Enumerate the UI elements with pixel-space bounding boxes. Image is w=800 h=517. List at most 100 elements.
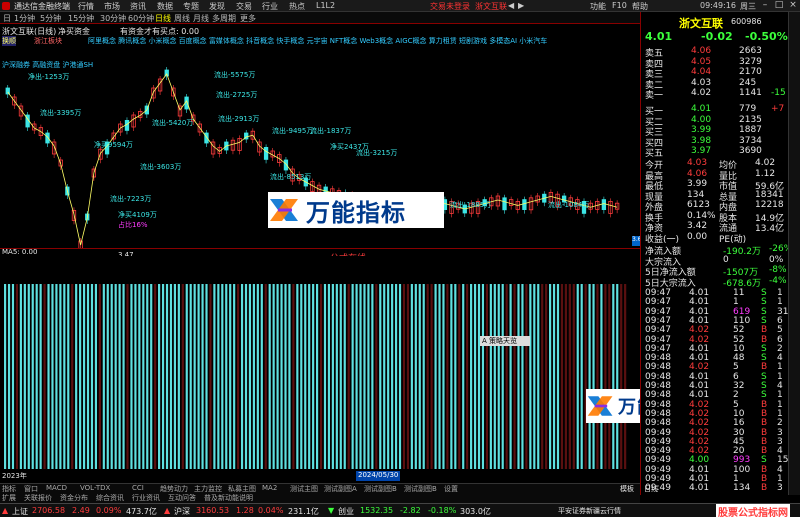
flow-row[interactable]: 大宗流入 0 0% bbox=[641, 255, 789, 268]
subchart-bar bbox=[612, 284, 615, 469]
subchart-bar bbox=[323, 284, 327, 469]
period-15min[interactable]: 15分钟 bbox=[68, 13, 94, 24]
period-monthly[interactable]: 月线 bbox=[193, 13, 209, 24]
menu-item-l1l2[interactable]: L1L2 bbox=[316, 1, 335, 10]
period-5min[interactable]: 5分钟 bbox=[40, 13, 61, 24]
subchart-bar bbox=[288, 284, 291, 469]
menu-item-hot[interactable]: 热点 bbox=[289, 1, 305, 12]
ask-row[interactable]: 卖四 4.05 3279 bbox=[641, 57, 789, 70]
extension-tab[interactable]: 普及新动能说明 bbox=[204, 493, 253, 503]
stat-row[interactable]: 今开 4.03 均价 4.02 bbox=[641, 158, 789, 171]
stat-row[interactable]: 净资 3.42 流通 13.4亿 bbox=[641, 221, 789, 234]
bid-row[interactable]: 买三 3.99 1887 bbox=[641, 125, 789, 138]
flow-row[interactable]: 净流入额 -190.2万 -26% bbox=[641, 244, 792, 257]
subchart-bar bbox=[71, 284, 74, 469]
stat-row[interactable]: 现量 134 总量 18341 bbox=[641, 190, 789, 203]
subchart-bar bbox=[300, 284, 303, 469]
subchart-bar bbox=[59, 284, 62, 469]
period-multi[interactable]: 多周期 bbox=[212, 13, 236, 24]
subchart-bar bbox=[272, 284, 275, 469]
extension-tab[interactable]: 互动问答 bbox=[168, 493, 196, 503]
volume-subchart[interactable]: A 策略天览 2024/05/30 2023年 万能指标 bbox=[0, 256, 714, 483]
period-30min[interactable]: 30分钟 bbox=[100, 13, 126, 24]
ask-volume: 2663 bbox=[739, 46, 762, 56]
maximize-icon[interactable]: □ bbox=[772, 0, 786, 11]
stat-row[interactable]: 最低 3.99 市值 59.6亿 bbox=[641, 179, 789, 192]
extension-tab[interactable]: 行业资讯 bbox=[132, 493, 160, 503]
bid-row[interactable]: 买五 3.97 3690 bbox=[641, 146, 789, 159]
strategy-popup[interactable]: A 策略天览 bbox=[480, 336, 530, 346]
menu-item-help[interactable]: 帮助 bbox=[632, 1, 648, 12]
trade-login-status[interactable]: 交易未登录 bbox=[430, 1, 470, 12]
period-day-short[interactable]: 日 bbox=[3, 13, 11, 24]
indicator-tab[interactable]: VOL-TDX bbox=[80, 484, 110, 492]
indicator-tab[interactable]: CCI bbox=[132, 484, 144, 492]
close-icon[interactable]: × bbox=[786, 0, 800, 11]
extension-tab[interactable]: 资金分布 bbox=[60, 493, 88, 503]
period-daily[interactable]: 日线 bbox=[155, 13, 171, 24]
flow-row[interactable]: 5日大宗流入 -678.6万 -4% bbox=[641, 276, 789, 289]
extension-tab[interactable]: 综合资讯 bbox=[96, 493, 124, 503]
period-60min[interactable]: 60分钟 bbox=[128, 13, 154, 24]
menu-item-industry[interactable]: 行业 bbox=[262, 1, 278, 12]
flow-value: -678.6万 bbox=[723, 278, 762, 289]
period-weekly[interactable]: 周线 bbox=[174, 13, 190, 24]
subchart-bar bbox=[473, 284, 477, 469]
menu-item-data[interactable]: 数据 bbox=[157, 1, 173, 12]
stat-row[interactable]: 外盘 6123 内盘 12218 bbox=[641, 200, 789, 213]
period-more[interactable]: 更多 bbox=[240, 13, 256, 24]
subchart-bar bbox=[4, 284, 7, 469]
index-value: 3160.53 bbox=[196, 506, 230, 515]
period-1min[interactable]: 1分钟 bbox=[14, 13, 35, 24]
subchart-bar bbox=[387, 284, 390, 469]
annotation: 流出-1084万 bbox=[548, 201, 590, 209]
bid-row[interactable]: 买二 4.00 2135 bbox=[641, 115, 789, 128]
subchart-bar bbox=[154, 284, 157, 469]
daily-tab[interactable]: 日线 bbox=[644, 484, 658, 494]
bid-row[interactable]: 买四 3.98 3734 bbox=[641, 135, 789, 149]
menu-item-news[interactable]: 资讯 bbox=[130, 1, 146, 12]
menu-item-f10[interactable]: F10 bbox=[612, 1, 627, 10]
menu-item-function[interactable]: 功能 bbox=[590, 1, 606, 12]
index-name[interactable]: 创业 bbox=[338, 506, 354, 517]
extension-tab[interactable]: 关联报价 bbox=[24, 493, 52, 503]
annotation: 流出-5575万 bbox=[214, 71, 256, 79]
subchart-bar bbox=[501, 284, 504, 469]
flow-row[interactable]: 5日净流入额 -1507万 -8% bbox=[641, 265, 789, 278]
index-name[interactable]: 上证 bbox=[12, 506, 28, 517]
extension-tab[interactable]: 扩展 bbox=[2, 493, 16, 503]
menu-item-trade[interactable]: 交易 bbox=[236, 1, 252, 12]
ask-row[interactable]: 卖一 4.02 1141 -15 bbox=[641, 88, 789, 101]
stat-row[interactable]: 收益(一) 0.00 PE(动) bbox=[641, 232, 789, 245]
ask-row[interactable]: 卖三 4.04 2170 bbox=[641, 67, 789, 80]
bid-price: 3.98 bbox=[691, 135, 712, 146]
menu-item-discover[interactable]: 发现 bbox=[209, 1, 225, 12]
annotation: 净买4109万 bbox=[118, 211, 157, 219]
next-icon[interactable]: ▶ bbox=[518, 1, 524, 10]
clock-time: 09:49:16 bbox=[700, 1, 736, 10]
kline-chart[interactable]: 浙文互联(日线) 净买资金 有资金才有买点: 0.00 换顺 浙江板块 阿里概念… bbox=[0, 24, 632, 272]
menu-item-market[interactable]: 行情 bbox=[78, 1, 94, 12]
subchart-bar bbox=[485, 284, 488, 469]
brand-logo-icon bbox=[270, 199, 298, 221]
tick-row[interactable]: 09:49 4.01 134 B 3 bbox=[641, 483, 789, 494]
bid-row[interactable]: 买一 4.01 779 +7 bbox=[641, 104, 789, 117]
ask-volume: 1141 bbox=[739, 88, 762, 98]
subchart-bar bbox=[244, 284, 248, 469]
index-name[interactable]: 沪深 bbox=[174, 506, 190, 517]
subchart-bar bbox=[225, 284, 228, 469]
subchart-bar bbox=[442, 284, 445, 469]
menu-item-topic[interactable]: 专题 bbox=[183, 1, 199, 12]
subchart-bar bbox=[276, 284, 279, 469]
minimize-icon[interactable]: – bbox=[758, 0, 772, 11]
template-tab[interactable]: 模板 bbox=[620, 484, 634, 494]
ask-row[interactable]: 卖二 4.03 245 bbox=[641, 78, 789, 91]
stat-row[interactable]: 最高 4.06 量比 1.12 bbox=[641, 169, 789, 182]
menu-item-exchange[interactable]: 市场 bbox=[104, 1, 120, 12]
stat-row[interactable]: 换手 0.14% 股本 14.9亿 bbox=[641, 211, 789, 224]
indicator-tab[interactable]: MA2 bbox=[262, 484, 277, 492]
indicator-tab[interactable]: MACD bbox=[46, 484, 67, 492]
prev-icon[interactable]: ◀ bbox=[508, 1, 514, 10]
ask-row[interactable]: 卖五 4.06 2663 bbox=[641, 46, 789, 59]
subchart-bar bbox=[308, 284, 311, 469]
